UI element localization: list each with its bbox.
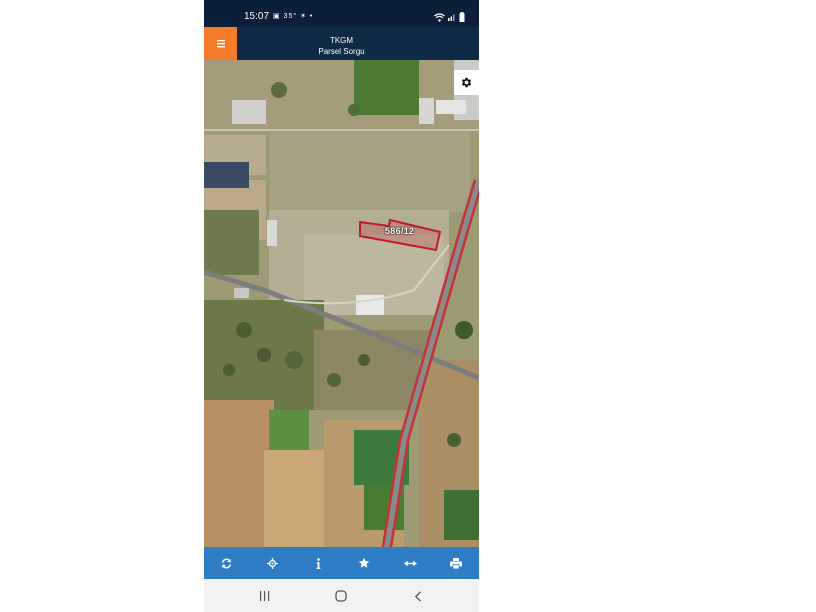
refresh-button[interactable] — [212, 548, 242, 578]
status-time: 15:07 — [244, 11, 270, 22]
back-icon — [414, 590, 421, 602]
refresh-icon — [222, 558, 232, 568]
app-subtitle: Parsel Sorgu — [318, 47, 365, 56]
info-icon — [316, 557, 321, 569]
satellite-map[interactable]: 586/12 — [204, 60, 479, 547]
star-icon — [359, 557, 370, 568]
status-notification-icons: ▣ 35° ✶ • — [273, 13, 314, 20]
status-system-icons — [434, 12, 465, 22]
info-button[interactable] — [304, 548, 334, 578]
recent-apps-button[interactable] — [249, 586, 279, 606]
recent-apps-icon — [259, 591, 269, 601]
parcel-number-label: 586/12 — [385, 226, 415, 236]
back-button[interactable] — [403, 586, 433, 606]
map-toolbar — [204, 547, 479, 579]
print-button[interactable] — [441, 548, 471, 578]
app-title: TKGM — [329, 36, 354, 45]
measure-icon — [403, 560, 417, 566]
home-icon — [335, 590, 347, 602]
app-header: TKGM Parsel Sorgu — [204, 27, 479, 60]
phone-screen: 15:07 ▣ 35° ✶ • TKGM Parsel Sorgu 586/12 — [204, 0, 479, 612]
signal-icon — [448, 14, 455, 21]
print-icon — [450, 557, 463, 569]
locate-button[interactable] — [258, 548, 288, 578]
system-nav-bar — [204, 579, 479, 612]
locate-icon — [267, 557, 279, 569]
measure-button[interactable] — [395, 548, 425, 578]
home-button[interactable] — [326, 586, 356, 606]
map-settings-button[interactable] — [454, 70, 479, 95]
gear-icon — [461, 77, 472, 88]
status-bar: 15:07 ▣ 35° ✶ • — [204, 0, 479, 27]
map-imagery — [204, 60, 479, 547]
wifi-icon — [434, 12, 445, 22]
battery-icon — [459, 12, 465, 22]
favorites-button[interactable] — [349, 548, 379, 578]
